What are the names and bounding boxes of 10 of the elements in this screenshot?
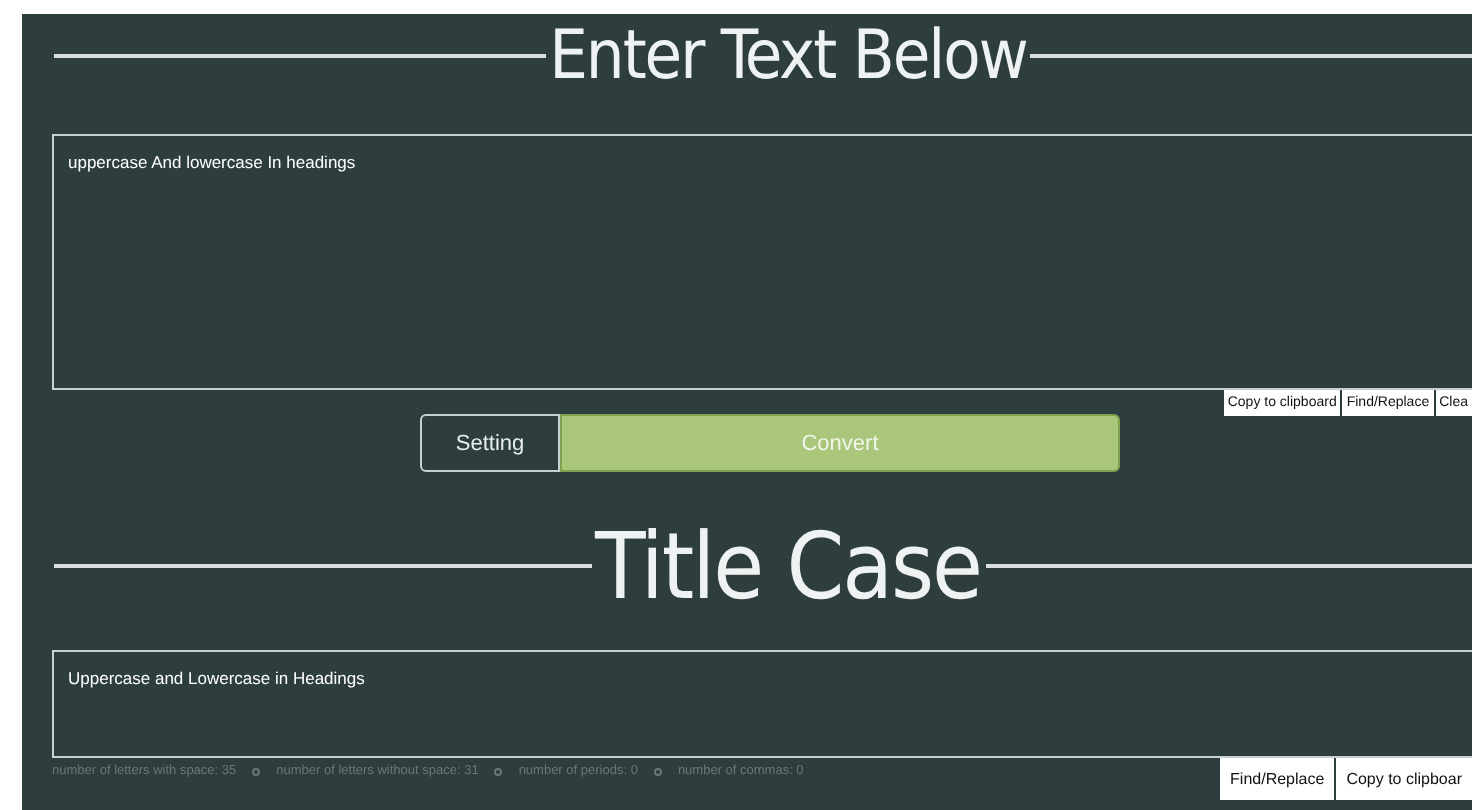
text-area[interactable]: Uppercase and Lowercase in Headings (52, 650, 1472, 758)
text-area[interactable]: uppercase And lowercase In headings (52, 134, 1472, 390)
tool-button[interactable]: Copy to clipboar (1336, 758, 1472, 800)
separator-icon (252, 767, 261, 775)
section-heading: Enter Text Below (549, 22, 1027, 90)
section-heading: Title Case (595, 520, 981, 612)
tool-button[interactable]: Find/Replace (1220, 758, 1335, 800)
setting-button[interactable]: Setting (420, 414, 560, 472)
separator-icon (494, 767, 503, 775)
separator-icon (653, 767, 662, 775)
